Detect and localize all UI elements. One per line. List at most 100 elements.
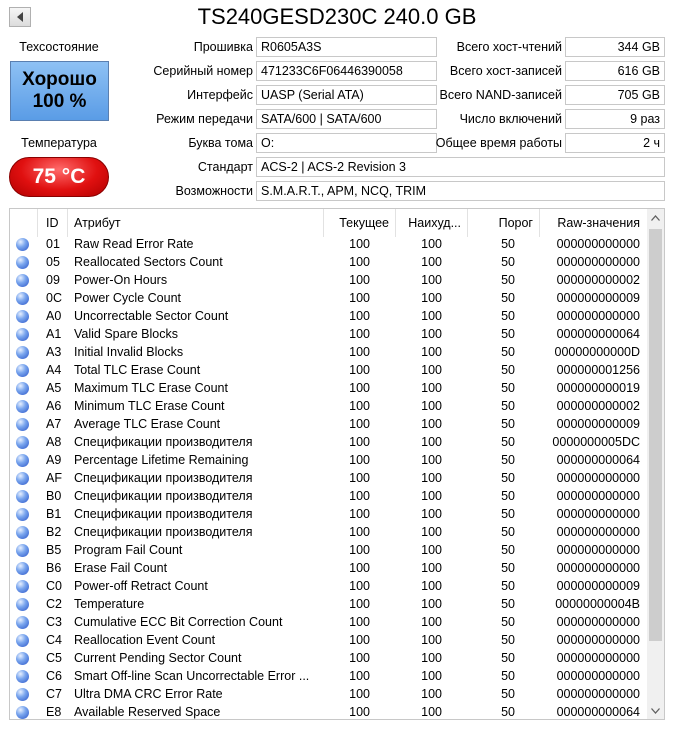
table-row[interactable]: C7 Ultra DMA CRC Error Rate 100 100 50 000000… — [10, 685, 648, 703]
header-threshold[interactable]: Порог — [468, 209, 540, 237]
features-label: Возможности — [175, 184, 253, 198]
vertical-scrollbar[interactable] — [647, 209, 664, 719]
table-row[interactable]: C6 Smart Off-line Scan Uncorrectable Erro… — [10, 667, 648, 685]
row-worst: 100 — [421, 273, 442, 287]
header-current[interactable]: Текущее — [324, 209, 396, 237]
table-row[interactable]: A3 Initial Invalid Blocks 100 100 50 00000000… — [10, 343, 648, 361]
row-current: 100 — [349, 669, 370, 683]
row-attribute: Спецификации производителя — [74, 489, 253, 503]
table-row[interactable]: 01 Raw Read Error Rate 100 100 50 00000000000… — [10, 235, 648, 253]
table-row[interactable]: B2 Спецификации производителя 100 100 50 0000… — [10, 523, 648, 541]
transfer-field: SATA/600 | SATA/600 — [256, 109, 437, 129]
row-raw-value: 000000000000 — [556, 543, 640, 557]
row-attribute: Current Pending Sector Count — [74, 651, 242, 665]
status-dot-icon — [16, 382, 29, 395]
row-attribute: Спецификации производителя — [74, 471, 253, 485]
status-dot-icon — [16, 472, 29, 485]
row-raw-value: 000000000019 — [556, 381, 640, 395]
row-attribute: Спецификации производителя — [74, 525, 253, 539]
row-attribute: Smart Off-line Scan Uncorrectable Error … — [74, 669, 310, 683]
table-row[interactable]: C4 Reallocation Event Count 100 100 50 000000… — [10, 631, 648, 649]
row-current: 100 — [349, 543, 370, 557]
row-current: 100 — [349, 273, 370, 287]
table-row[interactable]: B0 Спецификации производителя 100 100 50 0000… — [10, 487, 648, 505]
table-row[interactable]: A6 Minimum TLC Erase Count 100 100 50 0000000… — [10, 397, 648, 415]
row-raw-value: 000000000002 — [556, 399, 640, 413]
table-row[interactable]: C0 Power-off Retract Count 100 100 50 0000000… — [10, 577, 648, 595]
row-id: AF — [46, 471, 62, 485]
row-worst: 100 — [421, 345, 442, 359]
status-dot-icon — [16, 652, 29, 665]
table-row[interactable]: A9 Percentage Lifetime Remaining 100 100 50 0… — [10, 451, 648, 469]
row-raw-value: 000000000064 — [556, 327, 640, 341]
table-row[interactable]: A5 Maximum TLC Erase Count 100 100 50 0000000… — [10, 379, 648, 397]
row-id: B0 — [46, 489, 62, 503]
row-threshold: 50 — [501, 561, 515, 575]
table-row[interactable]: A7 Average TLC Erase Count 100 100 50 0000000… — [10, 415, 648, 433]
table-row[interactable]: C5 Current Pending Sector Count 100 100 50 00… — [10, 649, 648, 667]
row-attribute: Maximum TLC Erase Count — [74, 381, 228, 395]
row-id: A7 — [46, 417, 62, 431]
row-id: 05 — [46, 255, 60, 269]
status-dot-icon — [16, 364, 29, 377]
row-raw-value: 000000000000 — [556, 255, 640, 269]
temperature-badge[interactable]: 75 °C — [9, 157, 109, 197]
status-dot-icon — [16, 310, 29, 323]
table-row[interactable]: B5 Program Fail Count 100 100 50 000000000000 — [10, 541, 648, 559]
status-dot-icon — [16, 436, 29, 449]
row-attribute: Total TLC Erase Count — [74, 363, 201, 377]
header-attribute[interactable]: Атрибут — [68, 209, 324, 237]
table-row[interactable]: C3 Cumulative ECC Bit Correction Count 100… — [10, 613, 648, 631]
row-current: 100 — [349, 453, 370, 467]
row-worst: 100 — [421, 651, 442, 665]
table-row[interactable]: B1 Спецификации производителя 100 100 50 0000… — [10, 505, 648, 523]
row-threshold: 50 — [501, 525, 515, 539]
row-id: 01 — [46, 237, 60, 251]
row-attribute: Program Fail Count — [74, 543, 183, 557]
status-dot-icon — [16, 274, 29, 287]
header-id[interactable]: ID — [38, 209, 68, 237]
header-status[interactable] — [10, 209, 38, 237]
table-row[interactable]: 09 Power-On Hours 100 100 50 000000000002 — [10, 271, 648, 289]
host-reads-field: 344 GB — [565, 37, 665, 57]
table-row[interactable]: 0C Power Cycle Count 100 100 50 000000000009 — [10, 289, 648, 307]
row-current: 100 — [349, 435, 370, 449]
smart-table[interactable]: ID Атрибут Текущее Наихуд... Порог Raw-з… — [9, 208, 665, 720]
row-worst: 100 — [421, 363, 442, 377]
table-row[interactable]: AF Спецификации производителя 100 100 50 0000… — [10, 469, 648, 487]
row-threshold: 50 — [501, 597, 515, 611]
row-threshold: 50 — [501, 399, 515, 413]
nand-writes-label: Всего NAND-записей — [439, 88, 562, 102]
row-current: 100 — [349, 579, 370, 593]
table-row[interactable]: 05 Reallocated Sectors Count 100 100 50 00000… — [10, 253, 648, 271]
row-worst: 100 — [421, 309, 442, 323]
row-worst: 100 — [421, 561, 442, 575]
table-row[interactable]: A4 Total TLC Erase Count 100 100 50 000000001… — [10, 361, 648, 379]
scroll-down-button[interactable] — [647, 702, 664, 719]
power-count-label: Число включений — [459, 112, 562, 126]
table-row[interactable]: C2 Temperature 100 100 50 00000000004B — [10, 595, 648, 613]
row-attribute: Reallocated Sectors Count — [74, 255, 223, 269]
row-attribute: Initial Invalid Blocks — [74, 345, 184, 359]
table-row[interactable]: A8 Спецификации производителя 100 100 50 0000… — [10, 433, 648, 451]
status-dot-icon — [16, 328, 29, 341]
table-row[interactable]: E8 Available Reserved Space 100 100 50 000000… — [10, 703, 648, 719]
temperature-value: 75 °C — [32, 165, 86, 188]
firmware-label: Прошивка — [193, 40, 253, 54]
row-current: 100 — [349, 507, 370, 521]
header-worst[interactable]: Наихуд... — [396, 209, 468, 237]
row-id: A9 — [46, 453, 62, 467]
row-current: 100 — [349, 651, 370, 665]
scrollbar-thumb[interactable] — [649, 229, 662, 641]
table-row[interactable]: A1 Valid Spare Blocks 100 100 50 000000000064 — [10, 325, 648, 343]
health-status-badge[interactable]: Хорошо 100 % — [10, 61, 109, 121]
scroll-up-button[interactable] — [647, 209, 664, 226]
row-threshold: 50 — [501, 417, 515, 431]
row-worst: 100 — [421, 705, 442, 719]
table-row[interactable]: A0 Uncorrectable Sector Count 100 100 50 0000… — [10, 307, 648, 325]
row-threshold: 50 — [501, 291, 515, 305]
row-id: A0 — [46, 309, 62, 323]
row-threshold: 50 — [501, 507, 515, 521]
header-raw[interactable]: Raw-значения — [540, 209, 648, 237]
table-row[interactable]: B6 Erase Fail Count 100 100 50 000000000000 — [10, 559, 648, 577]
